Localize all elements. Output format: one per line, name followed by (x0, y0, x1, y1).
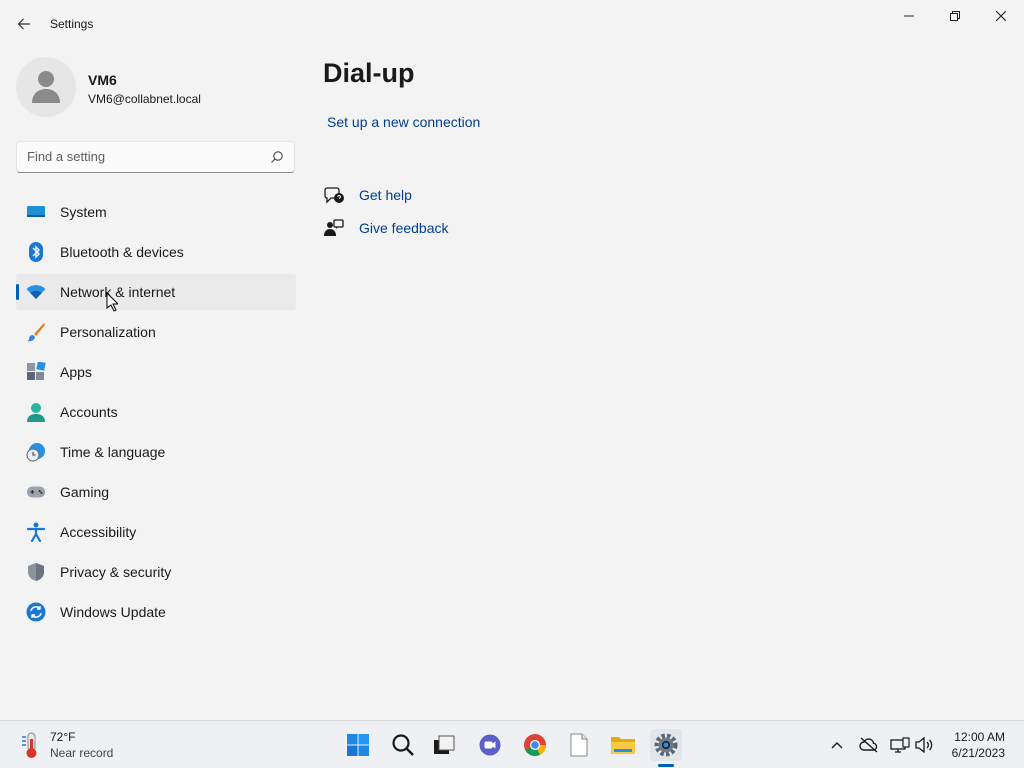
apps-icon (26, 362, 46, 382)
weather-temperature[interactable]: 72°F (50, 730, 75, 744)
windows-logo-icon (347, 734, 369, 756)
restore-button[interactable] (932, 0, 978, 32)
search-input[interactable] (27, 149, 267, 164)
update-icon (26, 602, 46, 622)
clock-time[interactable]: 12:00 AM (954, 730, 1005, 744)
sidebar-item-gaming[interactable]: Gaming (16, 474, 296, 510)
gamepad-icon (26, 482, 46, 502)
system-icon (26, 202, 46, 222)
sidebar-item-label: Personalization (60, 324, 156, 340)
document-icon (570, 733, 588, 757)
sidebar-item-label: Windows Update (60, 604, 166, 620)
sidebar-item-accessibility[interactable]: Accessibility (16, 514, 296, 550)
show-hidden-icons-button[interactable] (827, 735, 847, 755)
taskbar-search-button[interactable] (387, 729, 419, 761)
folder-icon (611, 737, 635, 754)
chrome-button[interactable] (519, 729, 551, 761)
clock-date[interactable]: 6/21/2023 (952, 746, 1005, 760)
onedrive-tray-button[interactable] (859, 735, 879, 755)
sidebar-item-apps[interactable]: Apps (16, 354, 296, 390)
sidebar-item-time-language[interactable]: Time & language (16, 434, 296, 470)
sidebar-item-label: Privacy & security (60, 564, 172, 580)
network-tray-button[interactable] (890, 735, 910, 755)
start-button[interactable] (342, 729, 374, 761)
wifi-icon (26, 282, 46, 302)
task-view-button[interactable] (428, 729, 460, 761)
sidebar-item-label: Apps (60, 364, 92, 380)
sidebar-item-network[interactable]: Network & internet (16, 274, 296, 310)
give-feedback-link[interactable]: Give feedback (359, 220, 449, 236)
accessibility-icon (26, 522, 46, 542)
sidebar-nav: System Bluetooth & devices Network & int… (16, 194, 296, 634)
page-title: Dial-up (323, 58, 415, 88)
task-view-icon (434, 735, 455, 754)
bluetooth-icon (26, 242, 46, 262)
get-help-row[interactable]: Get help (323, 185, 412, 205)
sidebar-item-accounts[interactable]: Accounts (16, 394, 296, 430)
active-app-indicator (658, 764, 674, 767)
chevron-up-icon (831, 742, 843, 749)
restore-icon (950, 11, 960, 21)
window-title: Settings (50, 17, 94, 31)
user-silhouette-icon (32, 71, 60, 103)
weather-description[interactable]: Near record (50, 746, 113, 760)
sidebar-item-privacy[interactable]: Privacy & security (16, 554, 296, 590)
give-feedback-row[interactable]: Give feedback (323, 218, 449, 238)
sidebar-item-windows-update[interactable]: Windows Update (16, 594, 296, 630)
sidebar-item-label: Accessibility (60, 524, 137, 540)
avatar[interactable] (16, 57, 76, 117)
sidebar-item-system[interactable]: System (16, 194, 296, 230)
back-button[interactable] (10, 10, 38, 38)
feedback-icon (323, 218, 345, 238)
sidebar-item-label: Time & language (60, 444, 166, 460)
account-icon (26, 402, 46, 422)
minimize-button[interactable] (886, 0, 932, 32)
file-explorer-button[interactable] (607, 729, 639, 761)
teams-chat-button[interactable] (474, 729, 506, 761)
search-box[interactable] (16, 141, 295, 173)
chat-icon (479, 734, 501, 756)
search-icon (392, 734, 414, 756)
close-button[interactable] (978, 0, 1024, 32)
help-chat-icon (323, 185, 345, 205)
back-arrow-icon (17, 18, 30, 30)
gear-icon (654, 733, 678, 757)
thermometer-icon[interactable] (20, 731, 44, 759)
setup-new-connection-link[interactable]: Set up a new connection (327, 114, 480, 130)
user-email: VM6@collabnet.local (88, 92, 201, 106)
sidebar-item-label: Gaming (60, 484, 110, 500)
shield-icon (26, 562, 46, 582)
user-name: VM6 (88, 72, 117, 88)
sidebar-item-bluetooth[interactable]: Bluetooth & devices (16, 234, 296, 270)
sidebar-item-label: Accounts (60, 404, 118, 420)
title-bar: Settings (0, 0, 1024, 48)
network-monitor-icon (890, 737, 910, 753)
volume-tray-button[interactable] (915, 735, 935, 755)
sidebar-item-personalization[interactable]: Personalization (16, 314, 296, 350)
cloud-offline-icon (859, 737, 878, 753)
sidebar-item-label: System (60, 204, 107, 220)
get-help-link[interactable]: Get help (359, 187, 412, 203)
brush-icon (26, 322, 46, 342)
speaker-icon (915, 737, 933, 753)
close-icon (996, 11, 1006, 21)
settings-taskbar-button[interactable] (650, 729, 682, 761)
notepad-button[interactable] (563, 729, 595, 761)
mouse-cursor-icon (106, 292, 118, 312)
minimize-icon (904, 15, 914, 17)
globe-clock-icon (26, 442, 46, 462)
sidebar-item-label: Bluetooth & devices (60, 244, 184, 260)
taskbar: 72°F Near record 12:00 AM 6/21/2023 (0, 720, 1024, 768)
chrome-icon (524, 734, 546, 756)
search-icon[interactable] (270, 150, 284, 164)
